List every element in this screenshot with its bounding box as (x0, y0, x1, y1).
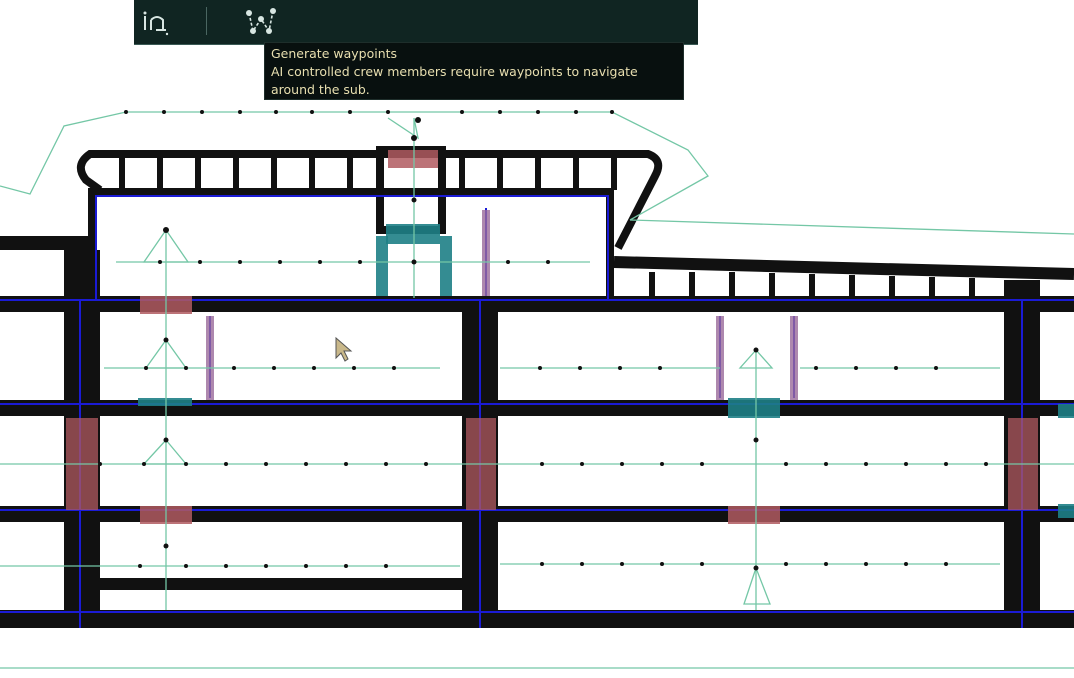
sub-hull (0, 146, 1074, 628)
submarine-editor-canvas[interactable] (0, 0, 1074, 678)
doors[interactable] (66, 150, 1038, 524)
tooltip-description-line2: around the sub. (271, 82, 370, 97)
generate-waypoints-tooltip: Generate waypoints AI controlled crew me… (264, 42, 684, 100)
toolbar-separator (206, 7, 207, 35)
mouse-cursor-icon (335, 336, 353, 362)
generate-waypoints-button[interactable] (244, 4, 278, 38)
link-waypoints-button[interactable] (138, 4, 172, 38)
waypoint-link-icon (143, 11, 169, 36)
tooltip-description-line1: AI controlled crew members require waypo… (271, 64, 638, 79)
tooltip-title: Generate waypoints (271, 46, 398, 61)
generate-waypoints-icon (246, 8, 276, 34)
waypoint-nodes[interactable] (98, 110, 988, 571)
editor-toolbar (134, 0, 698, 45)
